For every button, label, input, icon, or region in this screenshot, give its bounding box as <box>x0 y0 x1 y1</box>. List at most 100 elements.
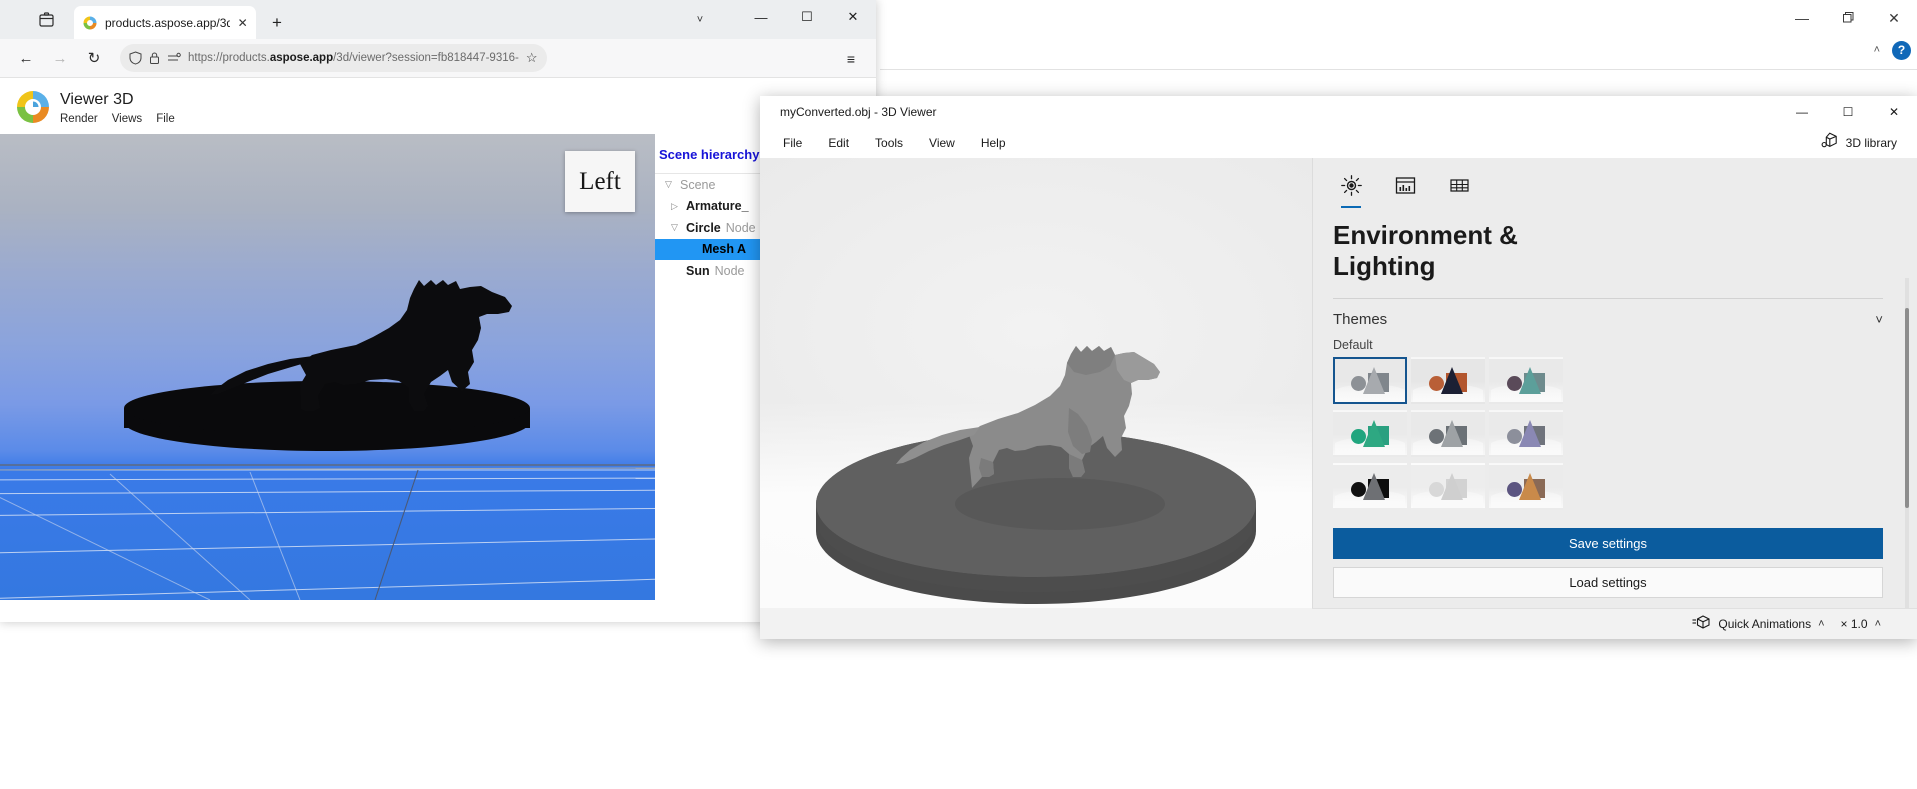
browser-settings-menu-icon[interactable]: ≡ <box>838 48 864 70</box>
orientation-gizmo-label: Left <box>579 167 621 195</box>
hierarchy-node-label: Sun <box>686 263 710 278</box>
bg-restore-button[interactable] <box>1825 3 1871 33</box>
collections-icon[interactable] <box>26 0 66 39</box>
quick-animations-control[interactable]: Quick Animations ˄ <box>1692 614 1825 635</box>
page-title: Viewer 3D <box>60 91 134 108</box>
save-settings-button[interactable]: Save settings <box>1333 528 1883 560</box>
menu-item-render[interactable]: Render <box>60 113 98 125</box>
3d-viewer-canvas[interactable] <box>760 158 1312 608</box>
theme-thumbnail-theme-8[interactable] <box>1411 463 1485 511</box>
twisty-icon[interactable]: ▷ <box>671 201 686 212</box>
themes-label: Themes <box>1333 311 1388 329</box>
theme-thumbnail-theme-2[interactable] <box>1411 357 1485 405</box>
browser-window: products.aspose.app/3d/viewer ✕ + ˅ — ☐ … <box>0 0 876 622</box>
hierarchy-node-type: Node <box>714 263 745 278</box>
themes-section-header[interactable]: Themes ˅ <box>1333 311 1883 328</box>
theme-thumbnail-theme-6[interactable] <box>1489 410 1563 458</box>
load-settings-button[interactable]: Load settings <box>1333 567 1883 599</box>
menu-edit[interactable]: Edit <box>815 131 862 155</box>
reload-button[interactable]: ↻ <box>78 43 110 73</box>
viewer-app-menubar: Render Views File <box>60 113 175 125</box>
v3d-close-button[interactable]: ✕ <box>1871 96 1917 127</box>
forward-button[interactable]: → <box>44 43 76 73</box>
playback-speed-chevron-icon[interactable]: ˄ <box>1875 618 1881 630</box>
twisty-icon[interactable]: ▽ <box>671 222 686 233</box>
web-3d-viewport[interactable]: Left <box>0 134 655 600</box>
menu-file[interactable]: File <box>770 131 815 155</box>
bg-collapse-ribbon-icon[interactable]: ˄ <box>1874 44 1880 56</box>
quick-animations-chevron-icon[interactable]: ˄ <box>1818 618 1824 630</box>
menu-item-views[interactable]: Views <box>112 113 142 125</box>
menu-tools[interactable]: Tools <box>862 131 916 155</box>
theme-thumbnail-theme-5[interactable] <box>1411 410 1485 458</box>
menu-help[interactable]: Help <box>968 131 1019 155</box>
aspose-favicon <box>82 15 98 31</box>
properties-tabs <box>1331 172 1885 208</box>
lock-icon[interactable] <box>149 51 160 65</box>
screen: — ✕ ˄ ? products.aspose.app/3d ✕ + ˅ — ☐… <box>0 0 1917 789</box>
properties-panel: Environment & Lighting Themes ˅ Default … <box>1312 158 1917 639</box>
help-icon[interactable]: ? <box>1892 40 1911 60</box>
thumb-cone <box>1441 367 1463 395</box>
address-bar-url: https://products.aspose.app/3d/viewer?se… <box>188 52 519 64</box>
thumb-cone <box>1363 367 1385 395</box>
hierarchy-node-label: Scene <box>680 177 716 192</box>
hierarchy-node-label: Mesh A <box>702 242 746 257</box>
grid-icon <box>1449 176 1470 200</box>
theme-group-label: Default <box>1333 338 1373 353</box>
browser-tab[interactable]: products.aspose.app/3d/viewer ✕ <box>74 6 256 39</box>
properties-scrollbar[interactable] <box>1905 308 1909 508</box>
twisty-icon[interactable]: ▽ <box>665 179 680 190</box>
sun-icon <box>1340 175 1362 201</box>
theme-thumbnail-theme-4[interactable] <box>1333 410 1407 458</box>
materials-tab[interactable] <box>1443 172 1475 204</box>
quick-animations-label: Quick Animations <box>1718 617 1812 631</box>
new-tab-button[interactable]: + <box>262 6 292 39</box>
theme-thumbnail-theme-9[interactable] <box>1489 463 1563 511</box>
theme-thumbnail-theme-7[interactable] <box>1333 463 1407 511</box>
menu-view[interactable]: View <box>916 131 968 155</box>
panel-divider <box>1333 298 1883 300</box>
chevron-down-icon[interactable]: ˅ <box>1875 312 1883 327</box>
3d-viewer-titlebar: myConverted.obj - 3D Viewer — ☐ ✕ <box>760 96 1917 127</box>
shield-icon[interactable] <box>129 51 142 65</box>
effects-tab[interactable] <box>1389 172 1421 204</box>
3d-library-button[interactable]: 3D library <box>1820 131 1917 155</box>
tracking-prevention-icon[interactable] <box>167 52 181 64</box>
3d-library-label: 3D library <box>1845 135 1897 150</box>
browser-minimize-button[interactable]: — <box>738 0 784 34</box>
browser-close-button[interactable]: ✕ <box>830 0 876 34</box>
v3d-minimize-button[interactable]: — <box>1779 96 1825 127</box>
hierarchy-node-label: Armature_ <box>686 199 749 214</box>
3d-viewer-window-controls: — ☐ ✕ <box>1779 96 1917 127</box>
theme-grid[interactable] <box>1333 357 1885 511</box>
browser-navigation-bar: ← → ↻ https://products.aspose.app/3d/vie… <box>0 39 876 77</box>
viewer-app-header: Viewer 3D Render Views File <box>0 78 876 134</box>
back-button[interactable]: ← <box>10 43 42 73</box>
tab-list-dropdown-icon[interactable]: ˅ <box>686 8 714 32</box>
bg-minimize-button[interactable]: — <box>1779 3 1825 33</box>
hierarchy-node-label: Circle <box>686 220 721 235</box>
thumb-cone <box>1519 473 1541 501</box>
orientation-gizmo[interactable]: Left <box>565 151 635 212</box>
theme-thumbnail-theme-1[interactable] <box>1333 357 1407 405</box>
background-help-row: ˄ ? <box>1874 36 1911 64</box>
tab-title: products.aspose.app/3d/viewer <box>105 15 231 30</box>
v3d-maximize-button[interactable]: ☐ <box>1825 96 1871 127</box>
thumb-cone <box>1363 420 1385 448</box>
browser-window-controls: — ☐ ✕ <box>738 0 876 34</box>
address-bar[interactable]: https://products.aspose.app/3d/viewer?se… <box>120 44 547 72</box>
panel-heading: Environment & Lighting <box>1333 220 1518 282</box>
theme-thumbnail-theme-3[interactable] <box>1489 357 1563 405</box>
background-window-controls: — ✕ <box>1737 0 1917 35</box>
3d-viewer-menubar: File Edit Tools View Help 3D library <box>760 127 1917 158</box>
favorite-star-icon[interactable]: ☆ <box>526 50 538 66</box>
playback-speed-value: × 1.0 <box>1840 617 1868 631</box>
menu-item-file[interactable]: File <box>156 113 175 125</box>
lighting-tab[interactable] <box>1335 172 1367 208</box>
tab-close-icon[interactable]: ✕ <box>237 16 248 30</box>
browser-maximize-button[interactable]: ☐ <box>784 0 830 34</box>
bg-close-button[interactable]: ✕ <box>1871 3 1917 33</box>
aspose-3d-logo <box>14 88 52 126</box>
playback-speed-control[interactable]: × 1.0 ˄ <box>1841 617 1881 631</box>
